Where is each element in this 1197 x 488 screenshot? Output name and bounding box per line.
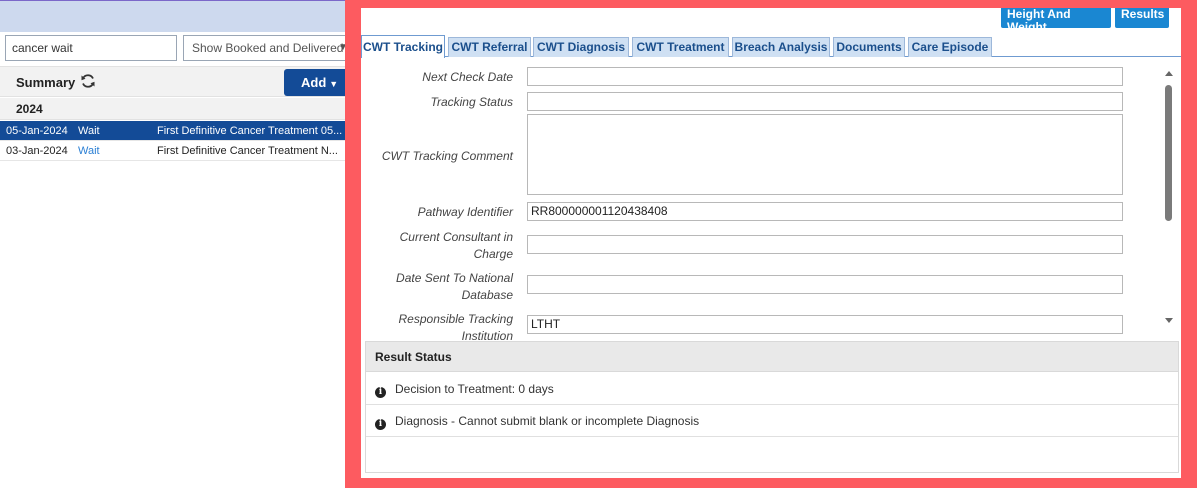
scroll-down-icon[interactable] — [1165, 318, 1173, 323]
summary-bar: Summary Add ▼ — [0, 66, 348, 97]
tracking-status-field[interactable] — [527, 92, 1123, 111]
tab-cwt-diagnosis[interactable]: CWT Diagnosis — [533, 37, 629, 57]
tab-cwt-referral[interactable]: CWT Referral — [448, 37, 531, 57]
cwt-modal-body: Height And Weight Results CWT Tracking C… — [361, 8, 1181, 478]
current-consultant-field[interactable] — [527, 235, 1123, 254]
current-consultant-label-line1: Current Consultant in — [399, 230, 513, 244]
year-label: 2024 — [16, 102, 43, 116]
info-icon: i — [375, 419, 386, 430]
result-message-text: Decision to Treatment: 0 days — [395, 382, 554, 396]
left-pane: Show Booked and Delivered ▼ Summary Add▼… — [0, 32, 353, 488]
add-button-label: Add — [301, 75, 327, 90]
list-item-date: 03-Jan-2024 — [6, 145, 68, 157]
tracking-status-label: Tracking Status — [430, 95, 513, 109]
cwt-tracking-comment-field[interactable] — [527, 114, 1123, 195]
scrollbar-thumb[interactable] — [1165, 85, 1172, 221]
list-item-date: 05-Jan-2024 — [6, 125, 68, 137]
list-item[interactable]: 03-Jan-2024 Wait First Definitive Cancer… — [0, 141, 345, 161]
list-item-type-link[interactable]: Wait — [78, 141, 100, 160]
refresh-icon[interactable] — [80, 73, 96, 89]
current-consultant-label-line2: Charge — [473, 247, 513, 261]
list-item-description: First Definitive Cancer Treatment N... — [157, 145, 338, 157]
search-input[interactable] — [5, 35, 177, 61]
next-check-date-field[interactable] — [527, 67, 1123, 86]
tab-care-episode[interactable]: Care Episode — [908, 37, 992, 57]
date-sent-national-field[interactable] — [527, 275, 1123, 294]
pathway-identifier-field[interactable]: RR800000001120438408 — [527, 202, 1123, 221]
cwt-tracking-form: Next Check Date Tracking Status CWT Trac… — [365, 61, 1179, 340]
result-message-text: Diagnosis - Cannot submit blank or incom… — [395, 414, 700, 428]
results-button[interactable]: Results — [1115, 8, 1169, 28]
cwt-modal: Height And Weight Results CWT Tracking C… — [345, 0, 1197, 488]
tab-bar: CWT Tracking CWT Referral CWT Diagnosis … — [361, 35, 1181, 58]
caret-down-icon: ▼ — [329, 79, 339, 89]
responsible-tracking-field[interactable]: LTHT — [527, 315, 1123, 334]
responsible-tracking-label-line2: Institution — [461, 329, 513, 340]
result-message: i Diagnosis - Cannot submit blank or inco… — [366, 405, 1178, 437]
height-and-weight-button[interactable]: Height And Weight — [1001, 8, 1111, 28]
tab-breach-analysis[interactable]: Breach Analysis — [732, 37, 830, 57]
form-scrollbar[interactable] — [1161, 61, 1177, 340]
scroll-up-icon[interactable] — [1165, 71, 1173, 76]
responsible-tracking-label-line1: Responsible Tracking — [398, 312, 514, 326]
filter-select-value: Show Booked and Delivered — [192, 41, 344, 55]
add-button[interactable]: Add ▼ — [284, 69, 348, 96]
tab-documents[interactable]: Documents — [833, 37, 905, 57]
tab-cwt-treatment[interactable]: CWT Treatment — [632, 37, 729, 57]
next-check-date-label: Next Check Date — [422, 70, 513, 84]
date-sent-national-label-line1: Date Sent To National — [396, 271, 513, 285]
list-item[interactable]: 05-Jan-2024 Wait First Definitive Cancer… — [0, 121, 345, 141]
result-status-panel: Result Status i Decision to Treatment: 0 … — [365, 341, 1179, 473]
info-icon: i — [375, 387, 386, 398]
summary-label: Summary — [16, 75, 76, 90]
cwt-tracking-comment-label: CWT Tracking Comment — [381, 149, 513, 163]
list-item-description: First Definitive Cancer Treatment 05... — [157, 125, 343, 137]
year-group-header: 2024 — [0, 98, 345, 120]
result-message: i Decision to Treatment: 0 days — [366, 373, 1178, 405]
result-status-title: Result Status — [366, 342, 1178, 372]
date-sent-national-label-line2: Database — [461, 288, 513, 302]
filter-select[interactable]: Show Booked and Delivered ▼ — [183, 35, 353, 61]
tab-cwt-tracking[interactable]: CWT Tracking — [361, 35, 445, 58]
list-item-type-link[interactable]: Wait — [78, 121, 100, 140]
pathway-identifier-label: Pathway Identifier — [417, 205, 513, 219]
